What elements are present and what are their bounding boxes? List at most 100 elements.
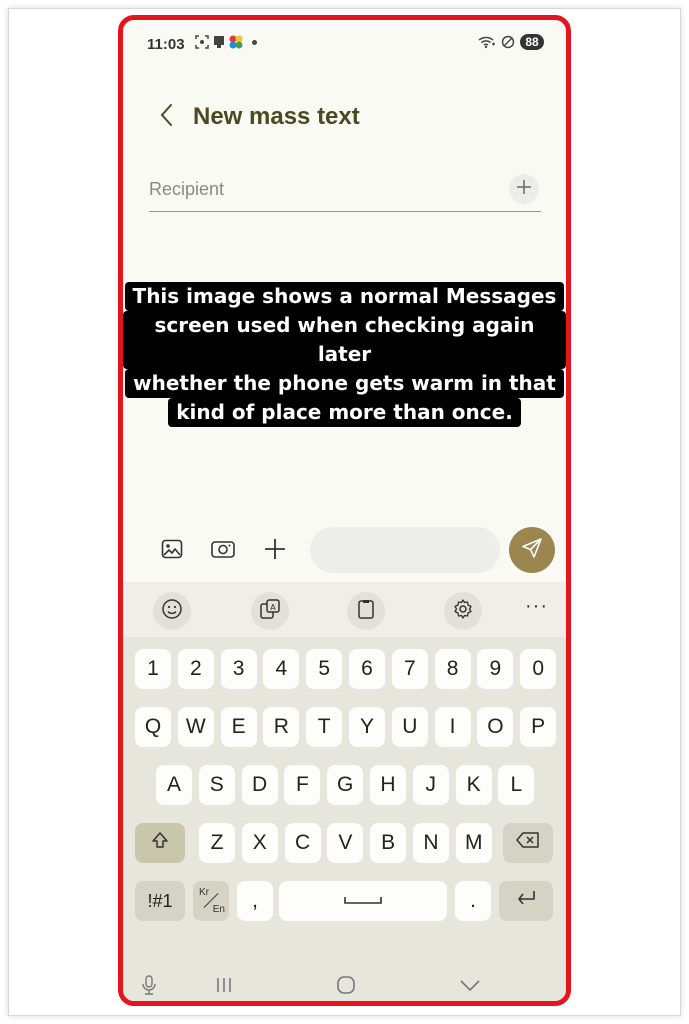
- language-key[interactable]: Kr En: [193, 881, 229, 921]
- enter-icon: [514, 888, 538, 914]
- key-y[interactable]: Y: [349, 707, 385, 747]
- recent-apps-icon: [213, 976, 235, 999]
- voice-input-button[interactable]: [137, 974, 161, 1001]
- clipboard-button[interactable]: [347, 592, 385, 630]
- key-q[interactable]: Q: [135, 707, 171, 747]
- recent-apps-button[interactable]: [211, 975, 237, 999]
- key-n[interactable]: N: [413, 823, 449, 863]
- key-d[interactable]: D: [241, 765, 278, 805]
- gallery-icon: [160, 537, 184, 566]
- key-a[interactable]: A: [156, 765, 192, 805]
- settings-button[interactable]: [444, 592, 482, 630]
- translate-icon: A: [259, 598, 281, 625]
- page-title: New mass text: [193, 103, 360, 130]
- caption-line: kind of place more than once.: [168, 398, 521, 427]
- key-k[interactable]: K: [455, 765, 492, 805]
- key-c[interactable]: C: [284, 823, 321, 863]
- backspace-icon: [515, 831, 541, 855]
- home-icon: [335, 974, 357, 1001]
- lang-bottom: En: [212, 904, 225, 915]
- key-4[interactable]: 4: [263, 649, 300, 689]
- hide-keyboard-button[interactable]: [457, 975, 483, 999]
- key-p[interactable]: P: [520, 707, 557, 747]
- plus-icon: [515, 178, 533, 201]
- key-v[interactable]: V: [327, 823, 364, 863]
- clipboard-icon: [355, 598, 377, 625]
- message-input[interactable]: [310, 527, 500, 573]
- key-6[interactable]: 6: [349, 649, 385, 689]
- attach-button[interactable]: [261, 537, 289, 565]
- screenshot-icon: [195, 35, 209, 49]
- key-x[interactable]: X: [241, 823, 278, 863]
- camera-icon: [210, 537, 236, 566]
- recipient-row: [149, 170, 541, 212]
- key-h[interactable]: H: [370, 765, 406, 805]
- key-f[interactable]: F: [284, 765, 321, 805]
- caption-line: whether the phone gets warm in that: [125, 369, 564, 398]
- shift-icon: [150, 830, 170, 856]
- comma-key[interactable]: ,: [237, 881, 273, 921]
- enter-key[interactable]: [499, 881, 553, 921]
- shift-key[interactable]: [135, 823, 185, 863]
- navigation-bar: [123, 963, 566, 1001]
- key-b[interactable]: B: [370, 823, 407, 863]
- key-t[interactable]: T: [306, 707, 343, 747]
- key-o[interactable]: O: [477, 707, 514, 747]
- send-icon: [520, 536, 544, 565]
- status-left-icons: [195, 35, 257, 49]
- key-1[interactable]: 1: [135, 649, 171, 689]
- key-0[interactable]: 0: [520, 649, 557, 689]
- more-icon[interactable]: ···: [525, 595, 548, 618]
- key-z[interactable]: Z: [199, 823, 235, 863]
- cast-icon: [212, 35, 226, 49]
- key-j[interactable]: J: [412, 765, 449, 805]
- caption-overlay: This image shows a normal Messages scree…: [123, 282, 566, 427]
- key-5[interactable]: 5: [306, 649, 343, 689]
- microphone-icon: [141, 974, 157, 1001]
- key-m[interactable]: M: [455, 823, 492, 863]
- language-switch-label: Kr En: [193, 881, 229, 921]
- key-w[interactable]: W: [177, 707, 214, 747]
- key-2[interactable]: 2: [177, 649, 214, 689]
- back-button[interactable]: [151, 99, 181, 135]
- recipient-input[interactable]: [149, 174, 489, 204]
- caption-line: This image shows a normal Messages: [124, 282, 565, 311]
- key-i[interactable]: I: [434, 707, 471, 747]
- status-right-icons: 88: [478, 34, 544, 50]
- phone-screen: 11:03 88 New mass text Recipient This im…: [118, 15, 571, 1006]
- key-8[interactable]: 8: [434, 649, 471, 689]
- do-not-disturb-icon: [501, 35, 515, 49]
- caption-line: screen used when checking again later: [123, 311, 566, 369]
- key-l[interactable]: L: [498, 765, 535, 805]
- space-icon: [343, 889, 383, 913]
- key-r[interactable]: R: [263, 707, 300, 747]
- status-time: 11:03: [147, 36, 185, 53]
- key-7[interactable]: 7: [391, 649, 428, 689]
- period-key[interactable]: .: [455, 881, 491, 921]
- lang-top: Kr: [199, 887, 209, 898]
- keyboard-toolbar: A ···: [123, 582, 566, 637]
- key-e[interactable]: E: [220, 707, 257, 747]
- key-3[interactable]: 3: [220, 649, 257, 689]
- camera-button[interactable]: [209, 537, 237, 565]
- add-recipient-button[interactable]: [509, 174, 539, 204]
- translate-button[interactable]: A: [251, 592, 289, 630]
- compose-bar: [123, 525, 566, 577]
- home-button[interactable]: [333, 975, 359, 999]
- status-bar: 11:03 88: [123, 20, 566, 70]
- gallery-button[interactable]: [158, 537, 186, 565]
- key-u[interactable]: U: [391, 707, 428, 747]
- key-9[interactable]: 9: [477, 649, 514, 689]
- key-g[interactable]: G: [327, 765, 364, 805]
- emoji-button[interactable]: [153, 592, 191, 630]
- space-key[interactable]: [279, 881, 447, 921]
- send-button[interactable]: [509, 527, 555, 573]
- chevron-left-icon: [159, 103, 173, 132]
- key-s[interactable]: S: [198, 765, 235, 805]
- emoji-icon: [161, 598, 183, 625]
- symbols-key[interactable]: !#1: [135, 881, 185, 921]
- wifi-icon: [478, 35, 496, 49]
- chevron-down-icon: [459, 978, 481, 997]
- notification-dot: [252, 39, 257, 45]
- backspace-key[interactable]: [503, 823, 553, 863]
